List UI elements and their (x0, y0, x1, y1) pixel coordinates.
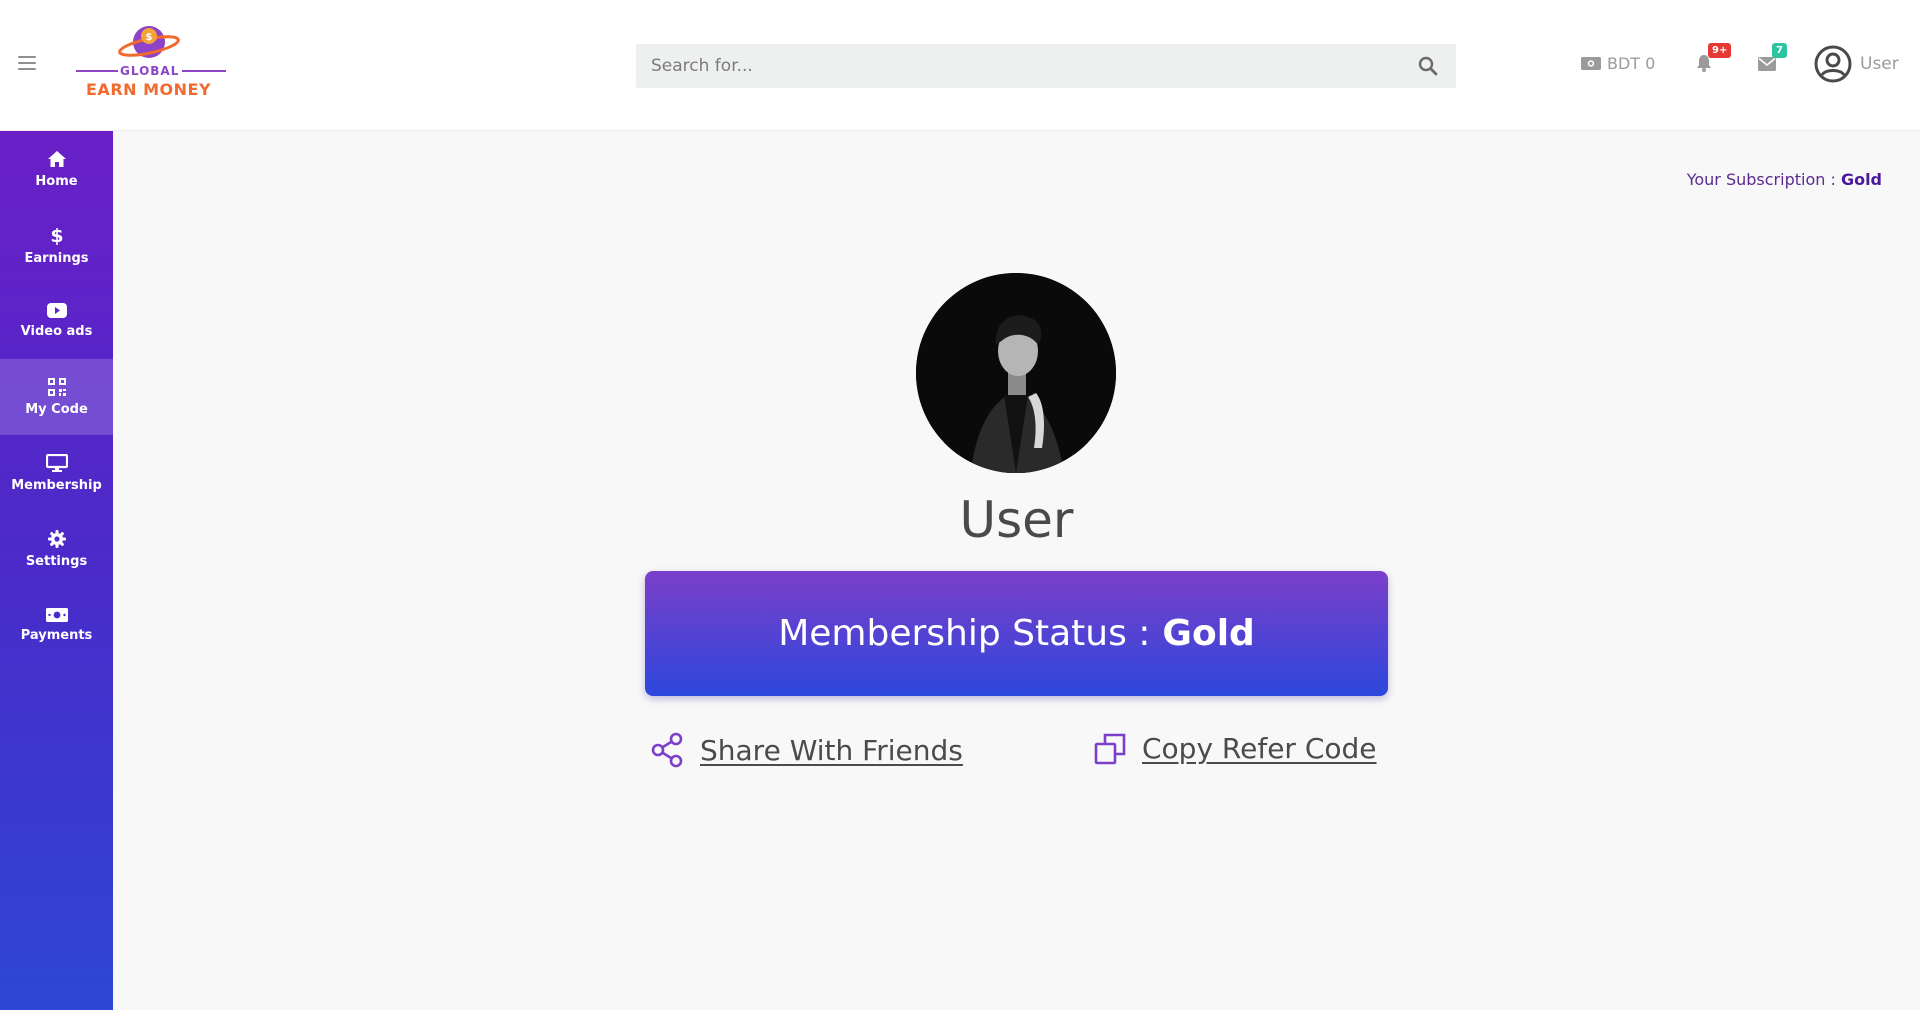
sidebar-item-home[interactable]: Home (0, 131, 113, 207)
sidebar-item-label: Earnings (24, 250, 89, 266)
sidebar-item-payments[interactable]: Payments (0, 587, 113, 663)
sidebar-item-label: Video ads (20, 324, 93, 339)
money-bill-icon (45, 607, 68, 622)
copy-refer-code-link[interactable]: Copy Refer Code (1094, 732, 1377, 765)
sidebar-item-earnings[interactable]: $ Earnings (0, 207, 113, 283)
sidebar-item-my-code[interactable]: My Code (0, 359, 113, 435)
logo-line-2: EARN MONEY (86, 80, 212, 99)
profile-username: User (959, 491, 1074, 549)
search-icon (1418, 56, 1438, 76)
monitor-icon (45, 453, 68, 472)
sidebar-item-video-ads[interactable]: Video ads (0, 283, 113, 359)
share-with-friends-label: Share With Friends (700, 733, 963, 767)
balance-display[interactable]: BDT 0 (1581, 54, 1655, 73)
money-bill-icon (1581, 57, 1601, 70)
home-icon (47, 150, 66, 167)
sidebar-item-label: Membership (11, 477, 102, 493)
user-menu[interactable]: User (1814, 45, 1899, 83)
main-content: Your Subscription : Gold User Membership… (113, 131, 1920, 1010)
dollar-icon: $ (51, 225, 63, 245)
gear-icon (47, 529, 66, 548)
subscription-value: Gold (1840, 170, 1882, 189)
qr-code-icon (47, 377, 66, 396)
copy-refer-code-label: Copy Refer Code (1142, 732, 1377, 765)
copy-icon (1094, 733, 1126, 764)
membership-status-value: Gold (1162, 613, 1255, 654)
sidebar-item-settings[interactable]: Settings (0, 511, 113, 587)
sidebar-item-membership[interactable]: Membership (0, 435, 113, 511)
membership-status-banner[interactable]: Membership Status : Gold (645, 571, 1388, 696)
notifications-button[interactable]: 9+ (1696, 43, 1732, 76)
logo-line-1: GLOBAL (120, 64, 180, 78)
search-input[interactable] (636, 44, 1400, 88)
search-button[interactable] (1400, 44, 1456, 88)
envelope-icon (1758, 57, 1776, 71)
svg-text:$: $ (51, 225, 63, 245)
subscription-info: Your Subscription : Gold (1687, 170, 1882, 189)
subscription-label: Your Subscription : (1686, 170, 1841, 189)
messages-badge: 7 (1772, 43, 1787, 58)
logo[interactable]: $ GLOBAL EARN MONEY (74, 18, 228, 102)
share-with-friends-link[interactable]: Share With Friends (650, 732, 963, 768)
sidebar-item-label: Payments (20, 627, 93, 643)
hamburger-menu-icon[interactable] (18, 56, 36, 70)
search-bar (636, 44, 1456, 88)
balance-text: BDT 0 (1607, 54, 1656, 73)
sidebar-item-label: My Code (25, 401, 88, 417)
notifications-badge: 9+ (1708, 43, 1732, 58)
sidebar-item-label: Settings (25, 553, 88, 569)
sidebar: Home $ Earnings Video ads My Code Member… (0, 131, 113, 1010)
share-icon (651, 732, 683, 768)
user-circle-icon (1814, 45, 1852, 83)
sidebar-item-label: Home (35, 173, 78, 189)
user-menu-label: User (1860, 54, 1899, 74)
messages-button[interactable]: 7 (1758, 43, 1787, 75)
membership-status-label: Membership Status : (778, 613, 1151, 654)
avatar (916, 273, 1116, 473)
youtube-icon (46, 303, 67, 318)
svg-text:$: $ (146, 32, 153, 43)
profile-photo-icon (916, 273, 1116, 473)
top-bar: $ GLOBAL EARN MONEY BDT 0 9+ (0, 0, 1920, 131)
